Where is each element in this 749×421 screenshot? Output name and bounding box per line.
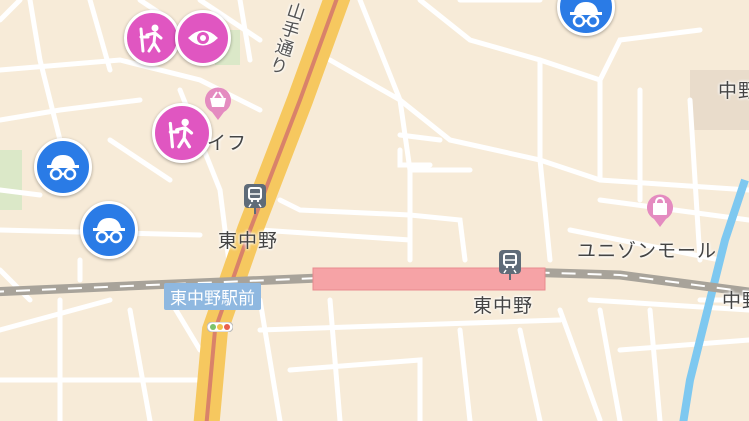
bus-stop-label[interactable]: 東中野駅前 [164, 283, 261, 310]
traffic-light-icon [206, 317, 234, 333]
playground-icon [168, 118, 194, 149]
sightseeing-pin[interactable] [175, 10, 231, 66]
playground-icon [139, 24, 163, 53]
shopping-bag-poi[interactable] [645, 193, 675, 227]
train-station-icon[interactable] [499, 250, 521, 280]
incognito-pin[interactable] [80, 201, 138, 259]
playground-pin[interactable] [124, 10, 180, 66]
incognito-icon [93, 218, 125, 244]
incognito-icon [47, 155, 79, 181]
shopping-basket-icon [205, 87, 231, 120]
area-label-right-edge: 中野 [722, 290, 749, 312]
incognito-pin[interactable] [34, 138, 92, 196]
area-label-top-right: 中野 [718, 80, 749, 102]
map-view[interactable]: 山手通り イフ 東中野 東中野 東中野駅前 ユニゾンモール 中野 中 [0, 0, 749, 421]
train-station-icon[interactable] [244, 184, 266, 214]
shopping-bag-icon [647, 194, 673, 227]
poi-label-life: イフ [207, 132, 248, 154]
incognito-icon [570, 2, 602, 28]
station-label-west[interactable]: 東中野 [218, 226, 278, 253]
shopping-basket-poi[interactable] [203, 86, 233, 120]
station-label-east[interactable]: 東中野 [473, 291, 533, 318]
shopping-mall-label[interactable]: ユニゾンモール [577, 236, 717, 263]
eye-icon [188, 30, 218, 46]
